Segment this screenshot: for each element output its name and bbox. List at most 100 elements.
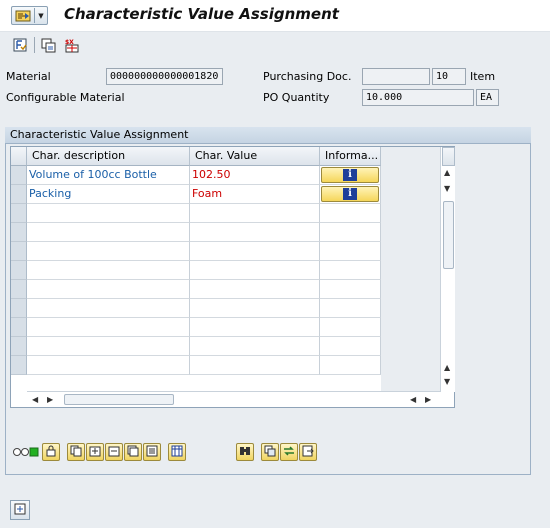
material-label: Material: [6, 70, 51, 83]
purchasing-doc-label: Purchasing Doc.: [263, 70, 352, 83]
export-icon: [302, 445, 314, 460]
vertical-scroll-thumb[interactable]: [443, 201, 454, 269]
duplicate-icon: [127, 445, 139, 460]
select-all-corner[interactable]: [11, 147, 27, 166]
info-button[interactable]: i: [321, 167, 379, 183]
scroll-left-icon[interactable]: ◀: [32, 395, 38, 404]
cell-value[interactable]: 102.50: [190, 166, 320, 185]
cell-info: [320, 337, 381, 356]
cell-value: [190, 223, 320, 242]
info-icon: i: [343, 188, 357, 200]
group-title: Characteristic Value Assignment: [5, 127, 531, 144]
application-toolbar: [0, 31, 550, 59]
cell-description: [27, 299, 190, 318]
cell-info: [320, 280, 381, 299]
cell-info: i: [320, 166, 381, 185]
duplicate-button[interactable]: [124, 443, 142, 461]
sap-menu-icon: [12, 7, 34, 24]
chevron-down-icon: ▼: [38, 11, 44, 20]
row-selector[interactable]: [11, 337, 27, 356]
info-icon: i: [343, 169, 357, 181]
cell-description: [27, 261, 190, 280]
details-button[interactable]: [143, 443, 161, 461]
toolbar-separator: [34, 37, 35, 53]
po-quantity-field: 10.000: [362, 89, 474, 106]
page-title: Characteristic Value Assignment: [64, 5, 339, 23]
row-selector[interactable]: [11, 223, 27, 242]
copy-icon: [70, 445, 82, 460]
cell-description[interactable]: Volume of 100cc Bottle: [27, 166, 190, 185]
table-empty-area: [381, 147, 440, 392]
export-button[interactable]: [299, 443, 317, 461]
scroll-corner-button[interactable]: [442, 147, 455, 166]
cell-info: [320, 242, 381, 261]
cell-description: [27, 242, 190, 261]
cell-value: [190, 318, 320, 337]
cell-info: [320, 356, 381, 375]
cell-description: [27, 204, 190, 223]
item-label: Item: [470, 70, 496, 83]
delete-row-button[interactable]: [105, 443, 123, 461]
insert-icon: [89, 445, 101, 460]
scroll-down-step-icon[interactable]: ▼: [444, 184, 450, 193]
row-selector[interactable]: [11, 280, 27, 299]
expand-screen-button[interactable]: [10, 500, 30, 520]
scroll-right-step-icon[interactable]: ▶: [47, 395, 53, 404]
horizontal-scrollbar[interactable]: ◀ ▶ ◀ ▶: [27, 391, 440, 407]
configuration-result-icon[interactable]: $X: [63, 36, 81, 54]
find-button[interactable]: [236, 443, 254, 461]
cell-value: [190, 337, 320, 356]
cell-description: [27, 223, 190, 242]
insert-row-button[interactable]: [86, 443, 104, 461]
system-menu-button[interactable]: ▼: [11, 6, 48, 25]
row-selector[interactable]: [11, 261, 27, 280]
scroll-right-icon[interactable]: ▶: [425, 395, 431, 404]
characteristics-table: Char. description Char. Value Informa...…: [10, 146, 455, 408]
lock-button[interactable]: [42, 443, 60, 461]
info-button[interactable]: i: [321, 186, 379, 202]
scroll-left-step-icon[interactable]: ◀: [410, 395, 416, 404]
horizontal-scroll-thumb[interactable]: [64, 394, 174, 405]
scroll-up-step-icon[interactable]: ▲: [444, 363, 450, 372]
column-header-value[interactable]: Char. Value: [190, 147, 320, 166]
cell-value: [190, 204, 320, 223]
cell-description: [27, 280, 190, 299]
row-selector[interactable]: [11, 185, 27, 204]
copy-config-icon[interactable]: [39, 36, 57, 54]
vertical-scrollbar[interactable]: ▲ ▼ ▲ ▼: [440, 147, 455, 392]
copy-button[interactable]: [67, 443, 85, 461]
row-selector[interactable]: [11, 318, 27, 337]
row-selector[interactable]: [11, 204, 27, 223]
scroll-bottom-icon[interactable]: ▼: [444, 377, 450, 386]
copy-values-icon: [264, 445, 276, 460]
cell-value: [190, 299, 320, 318]
column-header-description[interactable]: Char. description: [27, 147, 190, 166]
row-selector[interactable]: [11, 299, 27, 318]
po-quantity-label: PO Quantity: [263, 91, 330, 104]
item-field: 10: [432, 68, 466, 85]
copy-values-button[interactable]: [261, 443, 279, 461]
check-values-icon[interactable]: [11, 36, 29, 54]
cell-value: [190, 261, 320, 280]
cell-info: [320, 299, 381, 318]
transfer-icon: [283, 445, 295, 460]
cell-description: [27, 337, 190, 356]
binoculars-icon: [239, 445, 251, 460]
column-header-info[interactable]: Informa...: [320, 147, 381, 166]
details-icon: [146, 445, 158, 460]
row-selector[interactable]: [11, 242, 27, 261]
cell-info: [320, 223, 381, 242]
cell-description: [27, 318, 190, 337]
expand-icon: [14, 503, 26, 518]
purchasing-doc-field: [362, 68, 430, 85]
transfer-button[interactable]: [280, 443, 298, 461]
cell-value[interactable]: Foam: [190, 185, 320, 204]
scroll-up-icon[interactable]: ▲: [444, 168, 450, 177]
cell-info: [320, 204, 381, 223]
row-selector[interactable]: [11, 356, 27, 375]
table-settings-button[interactable]: [168, 443, 186, 461]
traffic-light-icon: [12, 446, 40, 458]
cell-description[interactable]: Packing: [27, 185, 190, 204]
po-unit-field: EA: [476, 89, 499, 106]
row-selector[interactable]: [11, 166, 27, 185]
